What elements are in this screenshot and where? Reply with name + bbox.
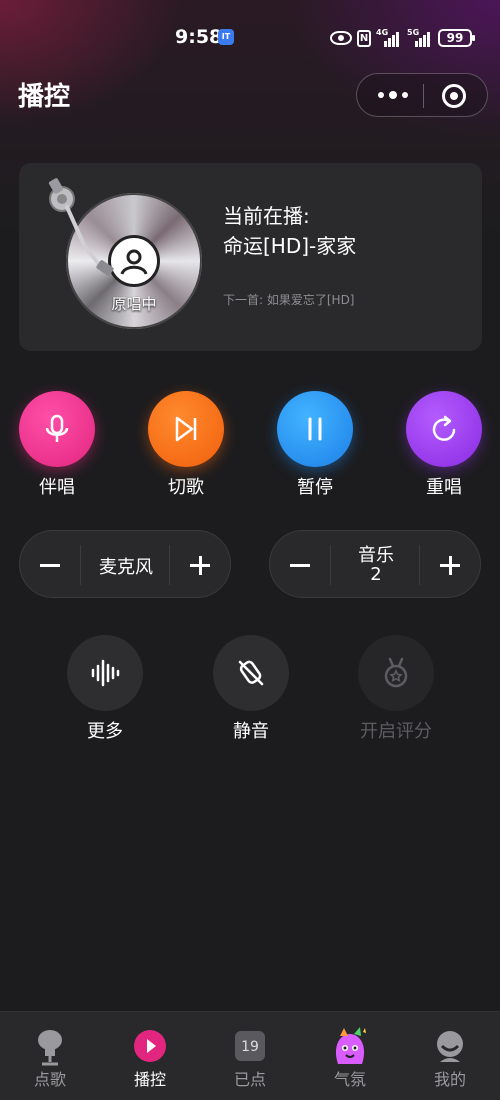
music-volume-value: 2: [370, 564, 382, 585]
status-time: 9:58: [175, 26, 223, 48]
mic-stand-icon: [30, 1026, 70, 1066]
eye-icon: [330, 31, 352, 45]
more-circle[interactable]: [67, 635, 143, 711]
mini-program-capsule: [356, 73, 488, 117]
tonearm-icon: [48, 178, 114, 276]
accompany-circle[interactable]: [19, 391, 95, 467]
original-vocal-label[interactable]: 原唱中: [66, 293, 202, 314]
app-badge-icon: IT: [218, 29, 234, 45]
svg-text:19: 19: [241, 1039, 259, 1055]
music-volume-down-button[interactable]: [270, 531, 330, 599]
waveform-icon: [91, 659, 120, 687]
now-playing-song: 命运[HD]-家家: [223, 234, 357, 258]
cellular-signal-icon-2: 5G: [407, 29, 433, 47]
accompany-button[interactable]: 伴唱: [17, 391, 97, 499]
pause-button[interactable]: 暂停: [275, 391, 355, 499]
enable-scoring-label: 开启评分: [360, 721, 432, 742]
skip-next-icon: [175, 416, 197, 442]
mute-label: 静音: [233, 721, 269, 742]
enable-scoring-button[interactable]: 开启评分: [351, 635, 441, 743]
tab-atmosphere[interactable]: 气氛: [300, 1026, 400, 1090]
minus-icon: [290, 564, 310, 567]
replay-icon: [432, 415, 456, 441]
tab-profile[interactable]: 我的: [400, 1026, 500, 1090]
party-mascot-icon: [330, 1026, 370, 1066]
pause-icon: [308, 417, 322, 441]
skip-circle[interactable]: [148, 391, 224, 467]
more-button[interactable]: 更多: [60, 635, 150, 743]
nfc-icon: N: [357, 29, 371, 47]
tab-label: 气氛: [333, 1070, 366, 1089]
tab-playback-control[interactable]: 播控: [100, 1026, 200, 1090]
more-label: 更多: [87, 721, 123, 742]
music-volume-up-button[interactable]: [420, 531, 480, 599]
pause-circle[interactable]: [277, 391, 353, 467]
cellular-signal-icon: 4G: [376, 29, 402, 47]
more-menu-icon[interactable]: [375, 88, 411, 102]
mute-icon: [238, 660, 264, 686]
now-playing-card: 原唱中 当前在播: 命运[HD]-家家 下一首: 如果爱忘了[HD]: [19, 163, 482, 351]
music-volume-control: 音乐 2: [269, 530, 481, 598]
mic-volume-up-button[interactable]: [170, 531, 230, 599]
next-song-label: 下一首: 如果爱忘了[HD]: [223, 293, 355, 307]
tab-label: 已点: [233, 1070, 266, 1089]
bottom-tab-bar: 点歌 播控 19 已点 气氛 我的: [0, 1011, 500, 1100]
mic-volume-label: 麦克风: [99, 557, 153, 578]
tab-label: 点歌: [33, 1070, 66, 1089]
status-icons: N 4G 5G 99: [330, 26, 475, 50]
now-playing-label: 当前在播:: [223, 204, 310, 228]
mute-circle[interactable]: [213, 635, 289, 711]
scoring-circle[interactable]: [358, 635, 434, 711]
minus-icon: [40, 564, 60, 567]
tab-queued[interactable]: 19 已点: [200, 1026, 300, 1090]
close-target-icon[interactable]: [442, 84, 466, 108]
play-circle-icon: [130, 1026, 170, 1066]
page-title: 播控: [18, 82, 71, 112]
accompany-label: 伴唱: [39, 477, 75, 498]
profile-face-icon: [430, 1026, 470, 1066]
pause-label: 暂停: [297, 477, 333, 498]
capsule-divider: [423, 84, 424, 108]
status-bar: 9:58 IT N 4G 5G 99: [0, 22, 500, 52]
battery-icon: 99: [438, 29, 475, 47]
replay-button[interactable]: 重唱: [404, 391, 484, 499]
tab-song-select[interactable]: 点歌: [0, 1026, 100, 1090]
replay-label: 重唱: [426, 477, 462, 498]
microphone-icon: [45, 414, 69, 442]
mute-button[interactable]: 静音: [206, 635, 296, 743]
mic-volume-control: 麦克风: [19, 530, 231, 598]
skip-label: 切歌: [168, 477, 204, 498]
mic-volume-down-button[interactable]: [20, 531, 80, 599]
medal-icon: [384, 657, 408, 688]
tab-label: 播控: [133, 1070, 166, 1089]
skip-button[interactable]: 切歌: [146, 391, 226, 499]
replay-circle[interactable]: [406, 391, 482, 467]
tab-label: 我的: [433, 1070, 466, 1089]
calendar-count-icon: 19: [230, 1026, 270, 1066]
